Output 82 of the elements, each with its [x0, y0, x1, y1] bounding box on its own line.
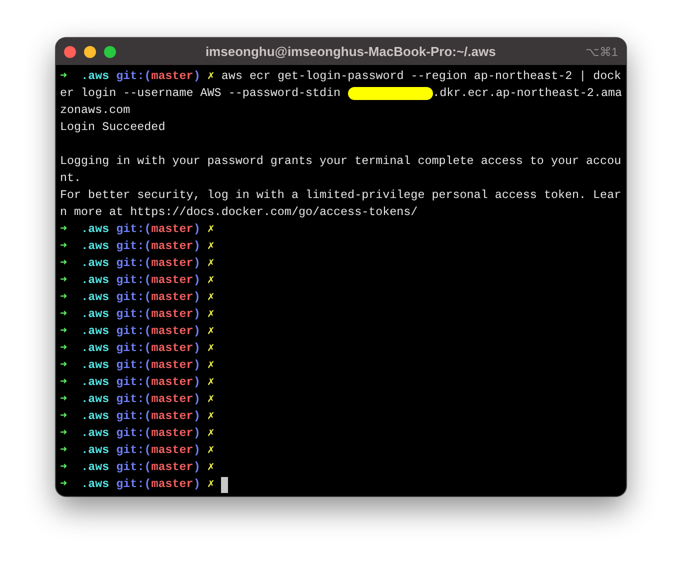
prompt-arrow: ➜ [60, 289, 68, 306]
prompt-arrow: ➜ [60, 374, 68, 391]
prompt-arrow: ➜ [60, 221, 68, 238]
git-branch-label: git:(master) [116, 425, 200, 442]
git-branch-label: git:(master) [116, 442, 200, 459]
output-text: For better security, log in with a limited-privilege personal access token. Lear [60, 187, 622, 204]
dirty-mark: ✗ [207, 357, 214, 374]
prompt-arrow: ➜ [60, 459, 68, 476]
git-branch-label: git:(master) [116, 323, 200, 340]
prompt-arrow: ➜ [60, 476, 68, 493]
output-text: Login Succeeded [60, 119, 166, 136]
zoom-button[interactable] [104, 46, 116, 58]
git-branch-label: git:(master) [116, 238, 200, 255]
directory-name: .aws [81, 221, 110, 238]
directory-name: .aws [81, 255, 110, 272]
directory-name: .aws [81, 357, 110, 374]
prompt-arrow: ➜ [60, 391, 68, 408]
directory-name: .aws [81, 289, 110, 306]
output-text: n more at https://docs.docker.com/go/access-tokens/ [60, 204, 418, 221]
dirty-mark: ✗ [207, 425, 214, 442]
dirty-mark: ✗ [207, 340, 214, 357]
git-branch-label: git:(master) [116, 408, 200, 425]
keyboard-shortcut: ⌥⌘1 [585, 44, 618, 58]
prompt-arrow: ➜ [60, 306, 68, 323]
prompt-arrow: ➜ [60, 425, 68, 442]
dirty-mark: ✗ [207, 306, 214, 323]
prompt-arrow: ➜ [60, 442, 68, 459]
git-branch-label: git:(master) [116, 476, 200, 493]
directory-name: .aws [81, 306, 110, 323]
dirty-mark: ✗ [207, 272, 214, 289]
dirty-mark: ✗ [207, 68, 214, 85]
directory-name: .aws [81, 238, 110, 255]
dirty-mark: ✗ [207, 289, 214, 306]
dirty-mark: ✗ [207, 442, 214, 459]
git-branch-label: git:(master) [116, 289, 200, 306]
directory-name: .aws [81, 408, 110, 425]
dirty-mark: ✗ [207, 221, 214, 238]
directory-name: .aws [81, 323, 110, 340]
dirty-mark: ✗ [207, 374, 214, 391]
directory-name: .aws [81, 391, 110, 408]
git-branch-label: git:(master) [116, 459, 200, 476]
minimize-button[interactable] [84, 46, 96, 58]
output-text: zonaws.com [60, 102, 130, 119]
dirty-mark: ✗ [207, 323, 214, 340]
dirty-mark: ✗ [207, 391, 214, 408]
git-branch-label: git:(master) [116, 357, 200, 374]
window-title: imseonghu@imseonghus-MacBook-Pro:~/.aws [204, 44, 497, 59]
prompt-arrow: ➜ [60, 323, 68, 340]
git-branch-label: git:(master) [116, 255, 200, 272]
command-text: aws ecr get-login-password --region ap-northeast-2 | dock [221, 68, 622, 85]
prompt-arrow: ➜ [60, 255, 68, 272]
directory-name: .aws [81, 374, 110, 391]
output-text: nt. [60, 170, 82, 187]
prompt-arrow: ➜ [60, 238, 68, 255]
git-branch-label: git:(master) [116, 391, 200, 408]
prompt-arrow: ➜ [60, 68, 68, 85]
prompt-arrow: ➜ [60, 357, 68, 374]
directory-name: .aws [81, 272, 110, 289]
directory-name: .aws [81, 68, 110, 85]
git-branch-label: git:(master) [116, 374, 200, 391]
dirty-mark: ✗ [207, 476, 214, 493]
prompt-arrow: ➜ [60, 272, 68, 289]
dirty-mark: ✗ [207, 255, 214, 272]
dirty-mark: ✗ [207, 238, 214, 255]
git-branch-label: git:(master) [116, 221, 200, 238]
prompt-arrow: ➜ [60, 340, 68, 357]
dirty-mark: ✗ [207, 408, 214, 425]
git-branch-label: git:(master) [116, 306, 200, 323]
directory-name: .aws [81, 442, 110, 459]
output-text: Logging in with your password grants your terminal complete access to your accou [60, 153, 622, 170]
close-button[interactable] [64, 46, 76, 58]
dirty-mark: ✗ [207, 459, 214, 476]
command-text: .dkr.ecr.ap-northeast-2.ama [432, 85, 622, 102]
git-branch-label: git:(master) [116, 68, 200, 85]
directory-name: .aws [81, 340, 110, 357]
directory-name: .aws [81, 476, 110, 493]
directory-name: .aws [81, 425, 110, 442]
prompt-arrow: ➜ [60, 408, 68, 425]
directory-name: .aws [81, 459, 110, 476]
git-branch-label: git:(master) [116, 272, 200, 289]
git-branch-label: git:(master) [116, 340, 200, 357]
command-text: er login --username AWS --password-stdin [60, 85, 342, 102]
